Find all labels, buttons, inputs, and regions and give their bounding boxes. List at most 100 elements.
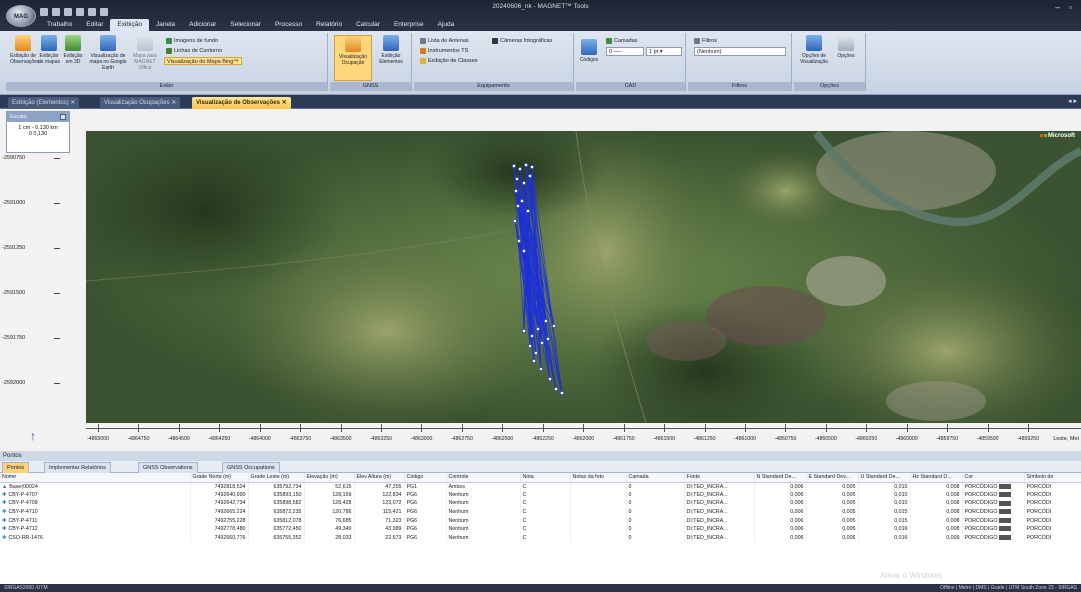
panel-tab[interactable]: Implementar Relatórios xyxy=(44,462,111,473)
observation-point[interactable] xyxy=(540,341,544,345)
column-header[interactable]: Fonte xyxy=(684,473,755,483)
map-view[interactable]: Escala 1 cm - 0,130 km 0 0,130 -2590750-… xyxy=(0,109,1081,451)
observation-point[interactable] xyxy=(536,327,540,331)
observation-point[interactable] xyxy=(524,163,528,167)
column-header[interactable]: N Standard De... xyxy=(754,473,807,483)
bing-map-item[interactable]: Visualização do Mapa Bing™ xyxy=(164,57,242,65)
line-weight-select[interactable]: 1 pt ▾ xyxy=(646,47,682,56)
contour-lines-item[interactable]: Linhas de Contorno xyxy=(166,47,222,55)
menu-tab[interactable]: Enterprise xyxy=(387,19,431,31)
observation-point[interactable] xyxy=(518,167,522,171)
observation-point[interactable] xyxy=(530,334,534,338)
panel-tab[interactable]: GNSS Observations xyxy=(138,462,198,473)
observation-point[interactable] xyxy=(513,219,517,223)
close-icon[interactable]: ✕ xyxy=(70,100,75,106)
observation-point[interactable] xyxy=(544,319,548,323)
column-header[interactable]: Elev.Altura (m) xyxy=(354,473,405,483)
menu-tab[interactable]: Exibição xyxy=(110,19,149,31)
visualizacao-ocupacao-button[interactable]: Visualização Ocupação xyxy=(334,35,372,81)
menu-tab[interactable]: Adicionar xyxy=(182,19,223,31)
tab-visualizacao-ocupacoes[interactable]: Visualização Ocupações ✕ xyxy=(100,97,181,109)
layers-item[interactable]: Camadas xyxy=(606,37,638,45)
panel-tab[interactable]: Pontos xyxy=(2,462,30,473)
observation-point[interactable] xyxy=(526,209,530,213)
observation-point[interactable] xyxy=(517,239,521,243)
observation-point[interactable] xyxy=(532,359,536,363)
exibicao-mapas-button[interactable]: Exibição de mapas xyxy=(38,35,60,65)
observation-point[interactable] xyxy=(528,344,532,348)
observation-point[interactable] xyxy=(520,199,524,203)
observation-point[interactable] xyxy=(530,165,534,169)
satellite-map-image[interactable]: Microsoft xyxy=(86,131,1081,423)
column-header[interactable]: Grade Leste (m) xyxy=(248,473,305,483)
cameras-item[interactable]: Câmeras fotográficas xyxy=(492,37,552,45)
column-header[interactable]: Notas da foto xyxy=(570,473,627,483)
menu-tab[interactable]: Trabalho xyxy=(40,19,79,31)
observation-point[interactable] xyxy=(534,351,538,355)
observation-point[interactable] xyxy=(560,391,564,395)
column-header[interactable]: Grade Norte (m) xyxy=(190,473,249,483)
menu-tab[interactable]: Processo xyxy=(268,19,309,31)
tab-visualizacao-observacoes[interactable]: Visualização de Observações ✕ xyxy=(192,97,291,109)
observation-point[interactable] xyxy=(512,164,516,168)
window-controls[interactable]: – ▫ xyxy=(1055,2,1075,12)
menu-tab[interactable]: Selecionar xyxy=(223,19,268,31)
observation-point[interactable] xyxy=(546,337,550,341)
column-header[interactable]: Camada xyxy=(626,473,685,483)
observation-point[interactable] xyxy=(516,204,520,208)
panel-tab[interactable]: GNSS Occupations xyxy=(222,462,280,473)
observation-point[interactable] xyxy=(554,387,558,391)
table-row[interactable]: ✚ CBY-P-4711 7492755,228 635812,078 76,685 71… xyxy=(0,516,1081,525)
column-header[interactable]: Hz Standard D... xyxy=(910,473,963,483)
observation-point[interactable] xyxy=(522,181,526,185)
exibicao-elementos-button[interactable]: Exibição Elementos xyxy=(374,35,408,65)
column-header[interactable]: Cor xyxy=(962,473,1025,483)
column-header[interactable]: Código xyxy=(404,473,447,483)
menu-tab[interactable]: Calcular xyxy=(349,19,387,31)
observation-point[interactable] xyxy=(552,324,556,328)
codigos-button[interactable]: Códigos xyxy=(578,39,600,63)
observation-point[interactable] xyxy=(539,367,543,371)
close-icon[interactable]: ✕ xyxy=(282,100,287,106)
column-header[interactable]: Elevação (m) xyxy=(304,473,355,483)
table-row[interactable]: ✚ CBY-P-4712 7492778,480 635772,450 49,349 43… xyxy=(0,524,1081,534)
menu-tab[interactable]: Janela xyxy=(149,19,182,31)
exibicao-observacoes-button[interactable]: Exibição de Observações xyxy=(10,35,39,65)
column-header[interactable]: U Standard De... xyxy=(858,473,911,483)
ts-instruments-item[interactable]: Instrumentos TS xyxy=(420,47,468,55)
filters-item[interactable]: Filtros xyxy=(694,37,717,45)
google-earth-button[interactable]: Visualização de mapa no Google Earth xyxy=(88,35,128,71)
background-images-item[interactable]: Imagens de fundo xyxy=(166,37,218,45)
column-header[interactable]: Símbolo de xyxy=(1024,473,1081,483)
magnet-office-button[interactable]: Mapa para MAGNET Office xyxy=(130,35,160,71)
table-row[interactable]: ✚ CSO-RR-1476 7492660,776 635755,352 28,033 2… xyxy=(0,533,1081,543)
observation-point[interactable] xyxy=(515,177,519,181)
column-header[interactable]: Controle xyxy=(446,473,521,483)
exibicao-3d-button[interactable]: Exibição em 3D xyxy=(62,35,84,65)
classes-item[interactable]: Exibição de Classes xyxy=(420,57,478,65)
menu-tab[interactable]: Relatório xyxy=(309,19,349,31)
table-row[interactable]: ✚ CBY-P-4708 7492642,734 635898,582 128,428 1… xyxy=(0,499,1081,508)
observation-point[interactable] xyxy=(514,189,518,193)
observation-point[interactable] xyxy=(522,249,526,253)
table-row[interactable]: ✚ CBY-P-4707 7492640,990 635893,150 128,159 1… xyxy=(0,490,1081,500)
layer-select[interactable]: 0 ── xyxy=(606,47,644,56)
column-header[interactable]: E Standard Dev... xyxy=(806,473,859,483)
options-button[interactable]: Opções xyxy=(832,35,860,59)
observation-point[interactable] xyxy=(522,329,526,333)
table-row[interactable]: ✚ CBY-P-4710 7492665,224 635872,235 120,786 1… xyxy=(0,507,1081,517)
menu-tab[interactable]: Ajuda xyxy=(431,19,462,31)
observation-point[interactable] xyxy=(528,174,532,178)
filter-select[interactable]: (Nenhum) xyxy=(694,47,786,56)
tab-exibicao-elementos[interactable]: Exibição (Elementos) ✕ xyxy=(8,97,80,109)
column-header[interactable]: Nota xyxy=(520,473,571,483)
observation-point[interactable] xyxy=(548,377,552,381)
antenna-list-item[interactable]: Lista de Antenas xyxy=(420,37,469,45)
menu-tab[interactable]: Editar xyxy=(79,19,110,31)
view-options-button[interactable]: Opções de Visualização xyxy=(798,35,830,65)
close-icon[interactable]: ✕ xyxy=(171,100,176,106)
column-header[interactable]: Nome xyxy=(0,473,191,483)
tab-scroll-arrows[interactable]: ◂ ▸ xyxy=(1068,97,1077,105)
table-row[interactable]: ▲ Base(00024 7492818,524 635792,734 52,615 47… xyxy=(0,482,1081,491)
legend-toggle[interactable] xyxy=(60,114,66,120)
